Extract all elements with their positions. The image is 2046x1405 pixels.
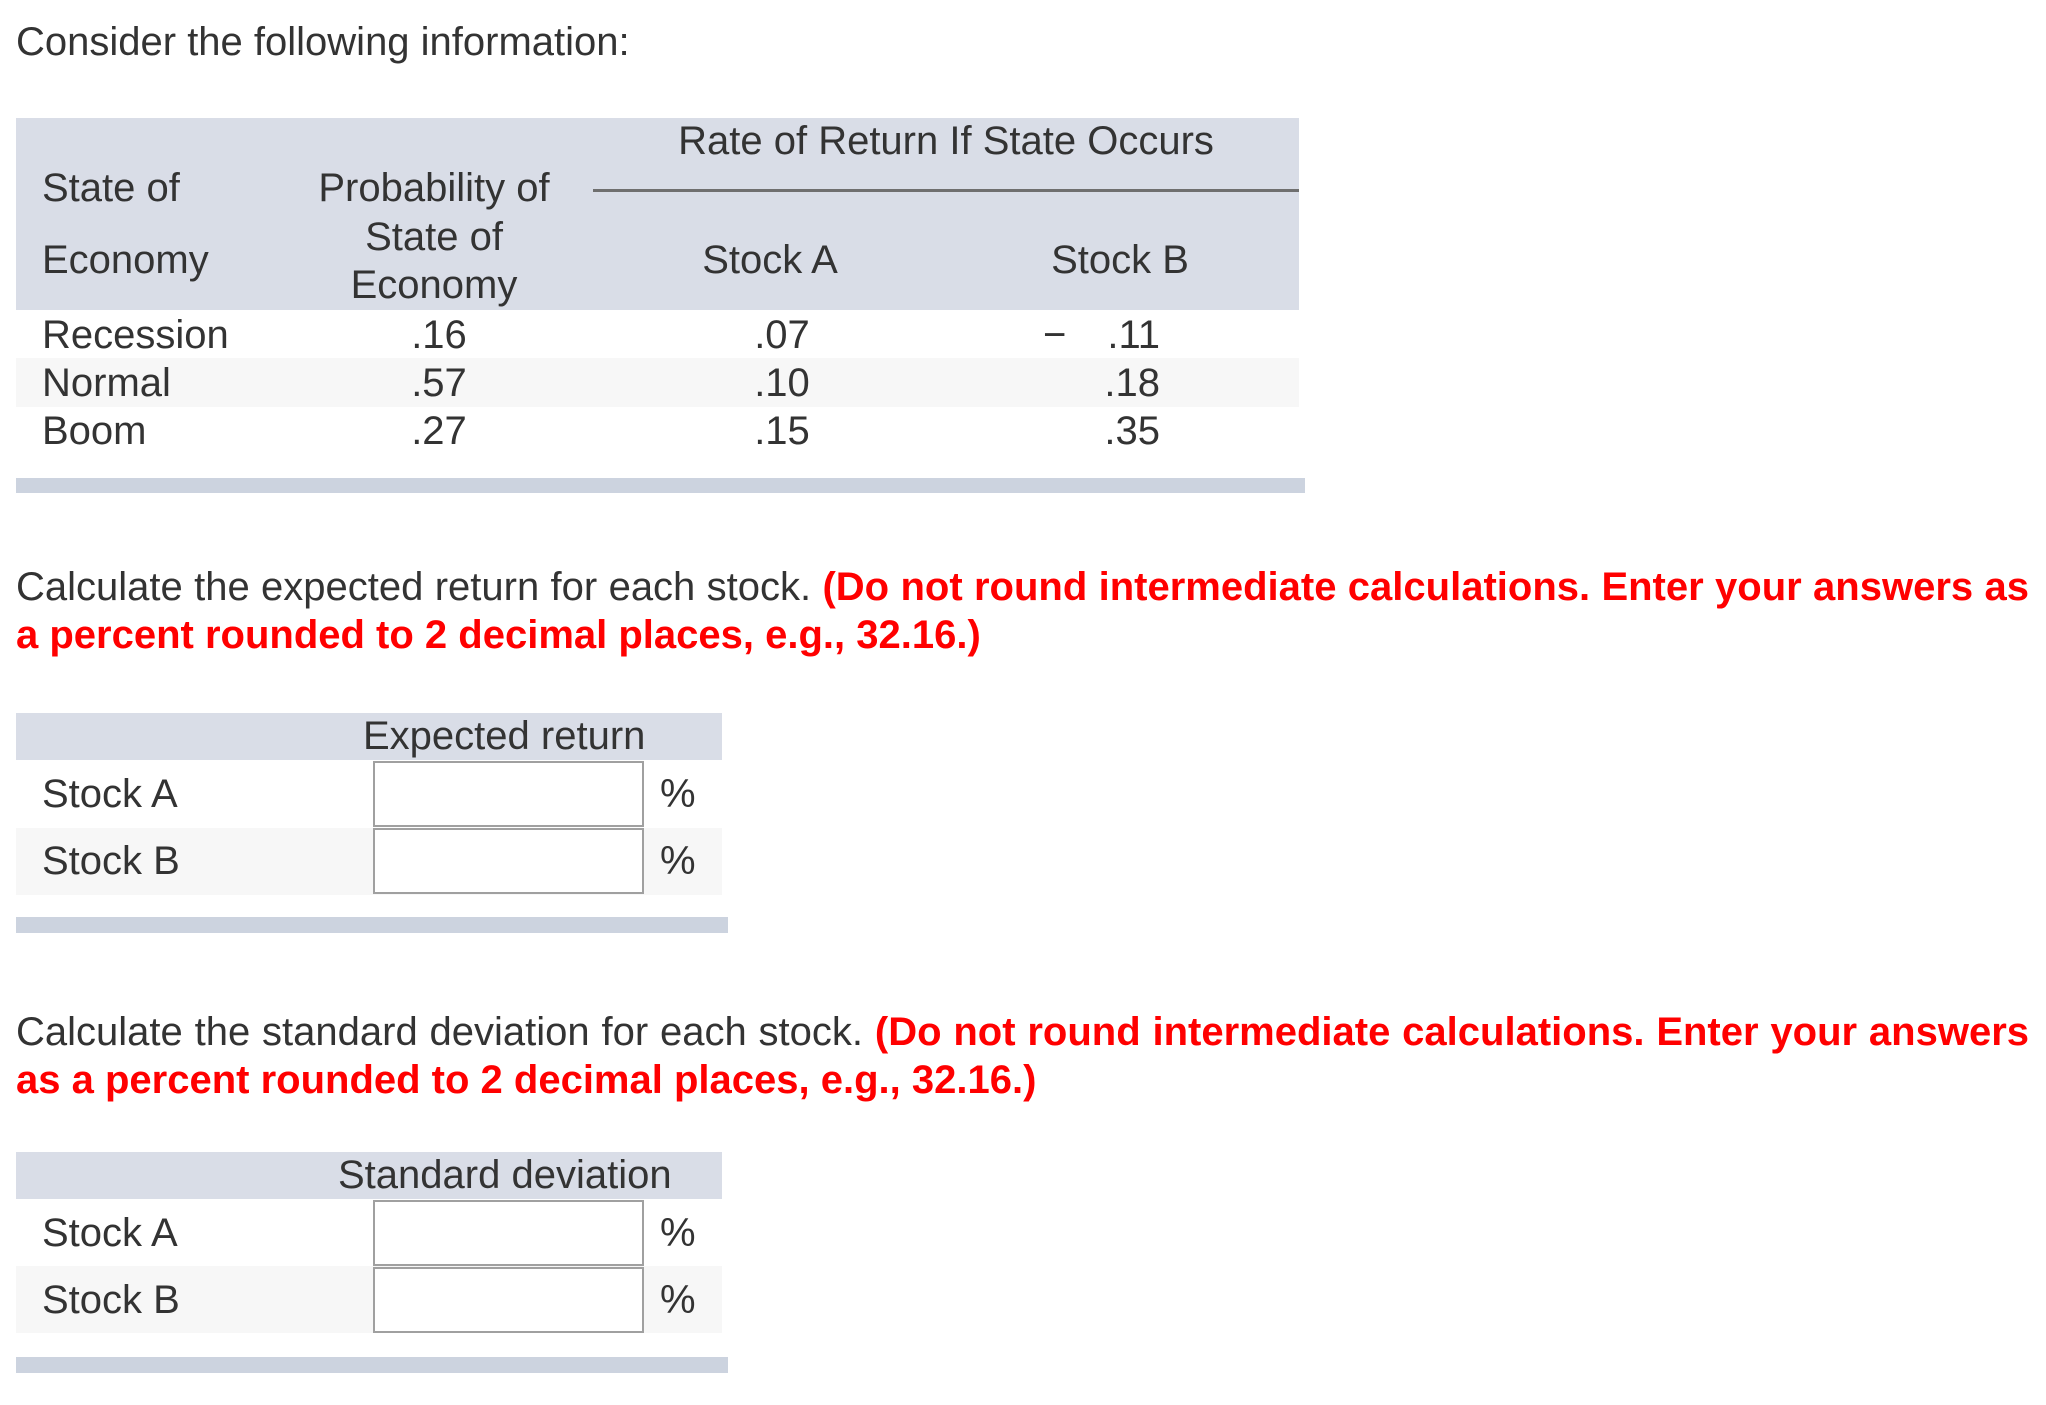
col-header-state-line2: Economy (42, 238, 209, 282)
standard-deviation-stock-b-input[interactable] (373, 1267, 644, 1333)
question-expected-return: Calculate the expected return for each s… (16, 563, 2029, 659)
standard-deviation-header-label: Standard deviation (338, 1153, 672, 1197)
row-label-stock-a: Stock A (42, 772, 178, 816)
table-footer-bar (16, 478, 1305, 493)
cell-probability: .27 (411, 409, 467, 453)
question-text: Calculate the expected return for each s… (16, 565, 812, 609)
cell-stock-b: .18 (1104, 361, 1160, 405)
col-header-state-line1: State of (42, 166, 180, 210)
row-label-stock-b: Stock B (42, 1278, 180, 1322)
col-header-prob-line2: State of (365, 215, 503, 259)
expected-return-header-label: Expected return (363, 714, 646, 758)
cell-stock-b-sign: − (1043, 313, 1067, 357)
col-header-stock-b: Stock B (1051, 238, 1189, 282)
table-footer-bar (16, 1357, 728, 1373)
row-label-stock-b: Stock B (42, 839, 180, 883)
intro-text: Consider the following information: (16, 20, 630, 64)
cell-stock-b: .35 (1104, 409, 1160, 453)
cell-state: Normal (42, 361, 171, 405)
group-header-rate-of-return: Rate of Return If State Occurs (678, 119, 1214, 163)
cell-probability: .57 (411, 361, 467, 405)
percent-unit: % (660, 1211, 696, 1255)
standard-deviation-stock-a-input[interactable] (373, 1200, 644, 1266)
col-header-stock-a: Stock A (702, 238, 838, 282)
cell-stock-a: .10 (754, 361, 810, 405)
expected-return-stock-a-input[interactable] (373, 761, 644, 827)
cell-state: Boom (42, 409, 147, 453)
col-header-prob-line1: Probability of (318, 166, 550, 210)
col-header-prob-line3: Economy (350, 263, 518, 307)
row-label-stock-a: Stock A (42, 1211, 178, 1255)
expected-return-stock-b-input[interactable] (373, 828, 644, 894)
percent-unit: % (660, 1278, 696, 1322)
group-header-divider (593, 189, 1299, 192)
cell-stock-b: .11 (1107, 313, 1160, 357)
table-footer-bar (16, 917, 728, 933)
percent-unit: % (660, 839, 696, 883)
question-standard-deviation: Calculate the standard deviation for eac… (16, 1008, 2029, 1104)
cell-stock-a: .07 (754, 313, 810, 357)
cell-stock-a: .15 (754, 409, 810, 453)
question-text: Calculate the standard deviation for eac… (16, 1010, 864, 1054)
cell-probability: .16 (411, 313, 467, 357)
cell-state: Recession (42, 313, 229, 357)
percent-unit: % (660, 772, 696, 816)
